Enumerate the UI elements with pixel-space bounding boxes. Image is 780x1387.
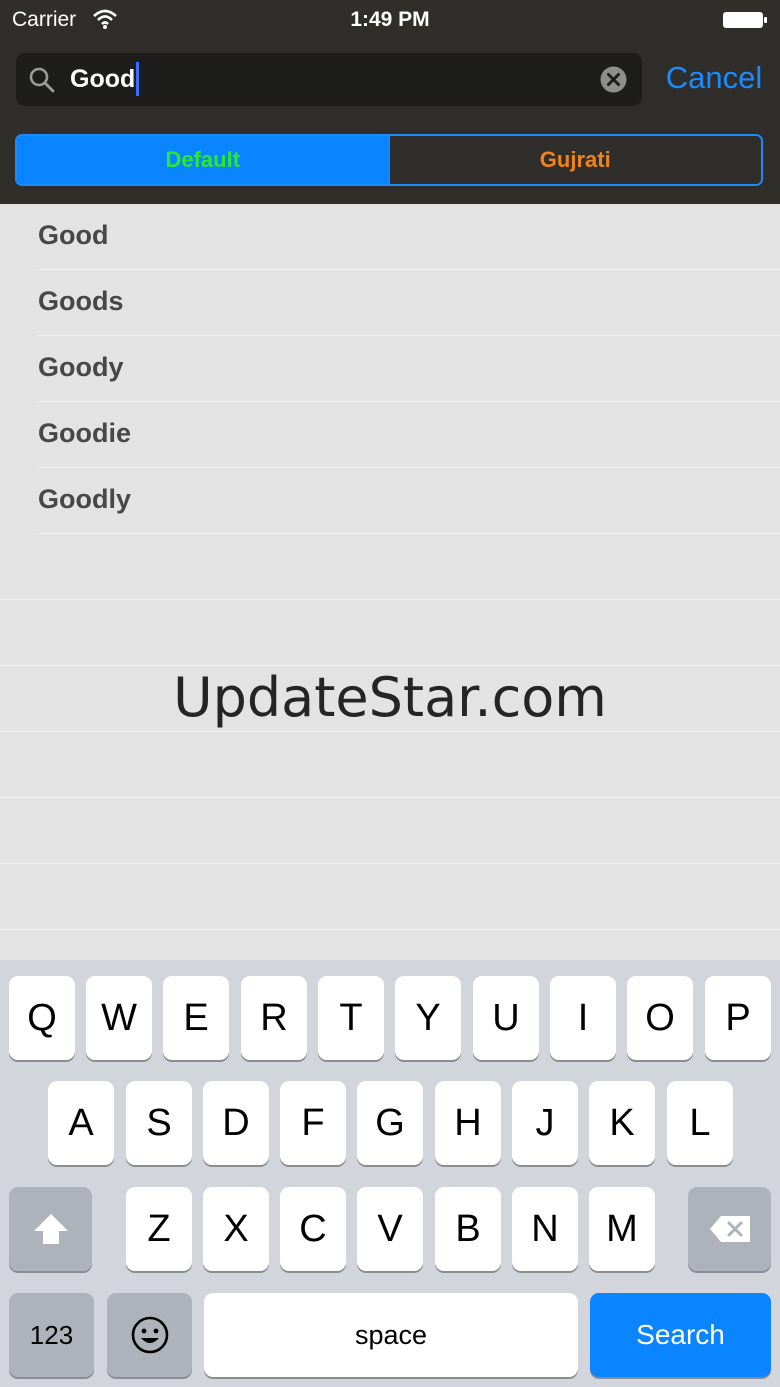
search-key[interactable]: Search: [590, 1293, 771, 1377]
key-y[interactable]: Y: [395, 976, 461, 1060]
key-r[interactable]: R: [241, 976, 307, 1060]
key-n[interactable]: N: [512, 1187, 578, 1271]
key-j[interactable]: J: [512, 1081, 578, 1165]
list-item-label: Good: [38, 220, 109, 250]
empty-row: [0, 798, 780, 864]
empty-row: [0, 600, 780, 666]
key-z[interactable]: Z: [126, 1187, 192, 1271]
key-g[interactable]: G: [357, 1081, 423, 1165]
key-p[interactable]: P: [705, 976, 771, 1060]
list-item[interactable]: Goodly: [38, 468, 780, 534]
key-s[interactable]: S: [126, 1081, 192, 1165]
list-item-label: Goody: [38, 352, 124, 382]
search-header: Carrier 1:49 PM Good Cancel Default Gujr…: [0, 0, 780, 204]
segment-gujrati[interactable]: Gujrati: [388, 136, 761, 184]
list-item-label: Goods: [38, 286, 124, 316]
list-item-label: Goodly: [38, 484, 131, 514]
list-item[interactable]: Goodie: [38, 402, 780, 468]
key-m[interactable]: M: [589, 1187, 655, 1271]
key-d[interactable]: D: [203, 1081, 269, 1165]
delete-key[interactable]: [688, 1187, 771, 1271]
screen: Carrier 1:49 PM Good Cancel Default Gujr…: [0, 0, 780, 1387]
emoji-key[interactable]: [107, 1293, 192, 1377]
battery-icon: [723, 12, 767, 28]
key-a[interactable]: A: [48, 1081, 114, 1165]
key-q[interactable]: Q: [9, 976, 75, 1060]
space-key[interactable]: space: [204, 1293, 578, 1377]
keyboard: Q W E R T Y U I O P A S D F G H J K L Z …: [0, 960, 780, 1387]
emoji-icon: [131, 1316, 168, 1354]
empty-row: [0, 534, 780, 600]
key-i[interactable]: I: [550, 976, 616, 1060]
cancel-button[interactable]: Cancel: [655, 56, 773, 100]
backspace-icon: [709, 1216, 750, 1242]
text-cursor: [136, 62, 139, 96]
language-segmented-control: Default Gujrati: [15, 134, 763, 186]
status-bar: Carrier 1:49 PM: [0, 0, 780, 40]
key-b[interactable]: B: [435, 1187, 501, 1271]
list-item[interactable]: Good: [38, 204, 780, 270]
watermark: UpdateStar.com: [173, 666, 607, 729]
list-item-label: Goodie: [38, 418, 131, 448]
clear-icon[interactable]: [600, 66, 627, 93]
search-icon: [29, 67, 55, 93]
clock: 1:49 PM: [350, 8, 430, 31]
key-v[interactable]: V: [357, 1187, 423, 1271]
key-x[interactable]: X: [203, 1187, 269, 1271]
key-l[interactable]: L: [667, 1081, 733, 1165]
key-e[interactable]: E: [163, 976, 229, 1060]
key-o[interactable]: O: [627, 976, 693, 1060]
empty-row: [0, 864, 780, 930]
key-h[interactable]: H: [435, 1081, 501, 1165]
key-c[interactable]: C: [280, 1187, 346, 1271]
key-u[interactable]: U: [473, 976, 539, 1060]
key-k[interactable]: K: [589, 1081, 655, 1165]
key-f[interactable]: F: [280, 1081, 346, 1165]
results-list: Good Goods Goody Goodie Goodly UpdateSta…: [0, 204, 780, 960]
empty-row: [0, 732, 780, 798]
search-box[interactable]: [16, 53, 642, 106]
search-input[interactable]: [70, 53, 590, 106]
segment-default[interactable]: Default: [17, 136, 389, 184]
numbers-key[interactable]: 123: [9, 1293, 94, 1377]
list-item[interactable]: Goods: [38, 270, 780, 336]
shift-icon: [33, 1214, 68, 1244]
key-t[interactable]: T: [318, 976, 384, 1060]
list-item[interactable]: Goody: [38, 336, 780, 402]
key-w[interactable]: W: [86, 976, 152, 1060]
shift-key[interactable]: [9, 1187, 92, 1271]
